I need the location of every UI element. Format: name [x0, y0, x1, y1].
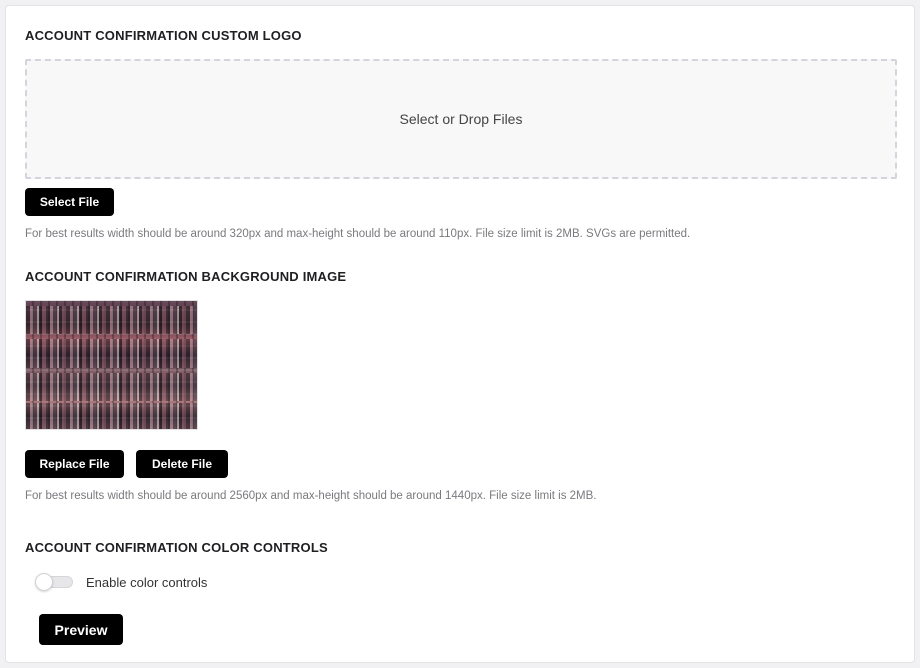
color-controls-section-title: ACCOUNT CONFIRMATION COLOR CONTROLS: [25, 540, 328, 555]
dropzone-text: Select or Drop Files: [399, 111, 523, 127]
color-controls-toggle-label: Enable color controls: [86, 574, 208, 590]
logo-dropzone[interactable]: Select or Drop Files: [25, 59, 897, 179]
settings-card: ACCOUNT CONFIRMATION CUSTOM LOGO Select …: [5, 5, 915, 663]
custom-logo-section-title: ACCOUNT CONFIRMATION CUSTOM LOGO: [25, 28, 302, 43]
background-hint-text: For best results width should be around …: [25, 490, 597, 502]
color-controls-toggle[interactable]: [35, 573, 73, 591]
background-image-section-title: ACCOUNT CONFIRMATION BACKGROUND IMAGE: [25, 269, 347, 284]
replace-file-button[interactable]: Replace File: [25, 450, 124, 478]
delete-file-button[interactable]: Delete File: [136, 450, 228, 478]
logo-hint-text: For best results width should be around …: [25, 228, 691, 240]
background-image-thumbnail: [25, 300, 198, 430]
select-file-button[interactable]: Select File: [25, 188, 114, 216]
toggle-knob: [35, 573, 53, 591]
color-controls-toggle-row[interactable]: Enable color controls: [35, 572, 208, 592]
preview-button[interactable]: Preview: [39, 614, 123, 645]
